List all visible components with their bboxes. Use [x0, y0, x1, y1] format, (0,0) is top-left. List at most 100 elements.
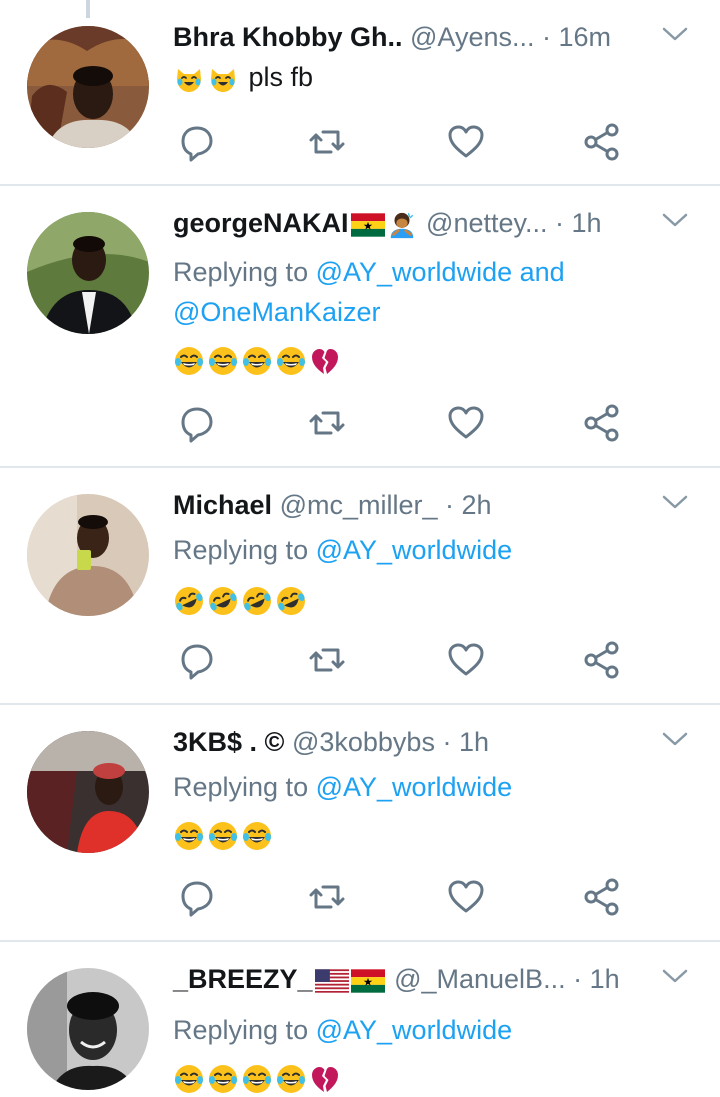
retweet-button[interactable] — [307, 403, 347, 443]
tears-of-joy-emoji — [173, 1063, 205, 1095]
avatar[interactable] — [27, 212, 149, 334]
tweet-header: georgeNAKAI @nettey... · 1h — [173, 206, 602, 240]
tweet[interactable]: Michael @mc_miller_ · 2h Replying to @AY… — [0, 468, 720, 705]
tweet-header: Michael @mc_miller_ · 2h — [173, 488, 492, 522]
tweet-text — [173, 817, 275, 852]
share-icon — [582, 403, 622, 443]
separator-dot: · — [542, 22, 551, 52]
tweet[interactable]: 3KB$ . © @3kobbybs · 1h Replying to @AY_… — [0, 705, 720, 942]
reply-button[interactable] — [177, 122, 217, 162]
separator-dot: · — [573, 964, 583, 994]
broken-heart-emoji — [309, 1063, 341, 1095]
retweet-button[interactable] — [307, 877, 347, 917]
reply-button[interactable] — [177, 403, 217, 443]
avatar[interactable] — [27, 26, 149, 148]
share-button[interactable] — [582, 877, 622, 917]
tweet-text-content: pls fb — [248, 62, 314, 92]
chevron-down-icon[interactable] — [662, 494, 688, 510]
user-handle[interactable]: @mc_miller_ — [280, 490, 438, 520]
retweet-button[interactable] — [307, 122, 347, 162]
timestamp[interactable]: 2h — [462, 490, 492, 520]
reply-button[interactable] — [177, 640, 217, 680]
tweet-header: _BREEZY_ @_ManuelB... · 1h — [173, 962, 620, 996]
tears-of-joy-emoji — [207, 345, 239, 377]
user-handle[interactable]: @_ManuelB... — [394, 964, 566, 994]
separator-dot: · — [445, 490, 455, 520]
heart-icon — [446, 403, 486, 443]
chevron-down-icon[interactable] — [662, 212, 688, 228]
tweet[interactable]: _BREEZY_ @_ManuelB... · 1h Replying to @… — [0, 942, 720, 1097]
chevron-down-icon[interactable] — [662, 731, 688, 747]
heart-icon — [446, 640, 486, 680]
tweet-text: pls fb — [173, 60, 313, 95]
retweet-button[interactable] — [307, 640, 347, 680]
mention-link[interactable]: @AY_worldwide — [316, 257, 513, 287]
user-handle[interactable]: @Ayens... — [410, 22, 534, 52]
share-button[interactable] — [582, 122, 622, 162]
timestamp[interactable]: 1h — [459, 727, 489, 757]
broken-heart-emoji — [309, 345, 341, 377]
tears-of-joy-emoji — [207, 820, 239, 852]
rolling-laughing-emoji — [207, 585, 239, 617]
like-button[interactable] — [446, 877, 486, 917]
tears-of-joy-emoji — [241, 1063, 273, 1095]
user-handle[interactable]: @nettey... — [426, 208, 547, 238]
replying-to: Replying to @AY_worldwide and @OneManKai… — [173, 252, 693, 332]
tears-of-joy-emoji — [241, 345, 273, 377]
tweet-text — [173, 582, 309, 617]
avatar[interactable] — [27, 731, 149, 853]
retweet-icon — [307, 403, 347, 443]
mention-link[interactable]: @AY_worldwide — [316, 535, 513, 565]
separator-dot: · — [555, 208, 565, 238]
tears-of-joy-emoji — [241, 820, 273, 852]
share-icon — [582, 640, 622, 680]
retweet-icon — [307, 640, 347, 680]
display-name[interactable]: 3KB$ . © — [173, 727, 284, 757]
display-name[interactable]: Bhra Khobby Gh.. — [173, 22, 403, 52]
replying-to: Replying to @AY_worldwide — [173, 1010, 512, 1050]
tears-of-joy-emoji — [173, 820, 205, 852]
tweet-text — [173, 1060, 343, 1095]
tweet-header: Bhra Khobby Gh.. @Ayens... · 16m — [173, 20, 611, 54]
tears-of-joy-emoji — [173, 345, 205, 377]
tweet[interactable]: georgeNAKAI @nettey... · 1h Replying to … — [0, 186, 720, 468]
mention-conjunction: and — [519, 257, 565, 287]
replying-to-label: Replying to — [173, 257, 309, 287]
replying-to: Replying to @AY_worldwide — [173, 767, 512, 807]
timestamp[interactable]: 1h — [572, 208, 602, 238]
display-name[interactable]: _BREEZY_ — [173, 964, 313, 994]
timestamp[interactable]: 1h — [590, 964, 620, 994]
reply-icon — [177, 877, 217, 917]
chevron-down-icon[interactable] — [662, 968, 688, 984]
share-button[interactable] — [582, 403, 622, 443]
person-bowing-emoji — [387, 210, 417, 240]
replying-to: Replying to @AY_worldwide — [173, 530, 512, 570]
tweet-actions — [173, 640, 720, 680]
tweet[interactable]: Bhra Khobby Gh.. @Ayens... · 16m pls fb — [0, 0, 720, 186]
mention-link[interactable]: @AY_worldwide — [316, 772, 513, 802]
share-button[interactable] — [582, 640, 622, 680]
replying-to-label: Replying to — [173, 535, 309, 565]
tears-of-joy-emoji — [275, 1063, 307, 1095]
reply-button[interactable] — [177, 877, 217, 917]
replying-to-label: Replying to — [173, 772, 309, 802]
rolling-laughing-emoji — [173, 585, 205, 617]
timestamp[interactable]: 16m — [559, 22, 612, 52]
mention-link[interactable]: @OneManKaizer — [173, 297, 381, 327]
rolling-laughing-emoji — [275, 585, 307, 617]
like-button[interactable] — [446, 122, 486, 162]
user-handle[interactable]: @3kobbybs — [292, 727, 435, 757]
reply-icon — [177, 122, 217, 162]
share-icon — [582, 122, 622, 162]
tweet-actions — [173, 877, 720, 917]
avatar[interactable] — [27, 968, 149, 1090]
replying-to-label: Replying to — [173, 1015, 309, 1045]
display-name[interactable]: Michael — [173, 490, 272, 520]
display-name[interactable]: georgeNAKAI — [173, 208, 349, 238]
chevron-down-icon[interactable] — [662, 26, 688, 42]
mention-link[interactable]: @AY_worldwide — [316, 1015, 513, 1045]
tears-of-joy-emoji — [207, 1063, 239, 1095]
like-button[interactable] — [446, 403, 486, 443]
avatar[interactable] — [27, 494, 149, 616]
like-button[interactable] — [446, 640, 486, 680]
